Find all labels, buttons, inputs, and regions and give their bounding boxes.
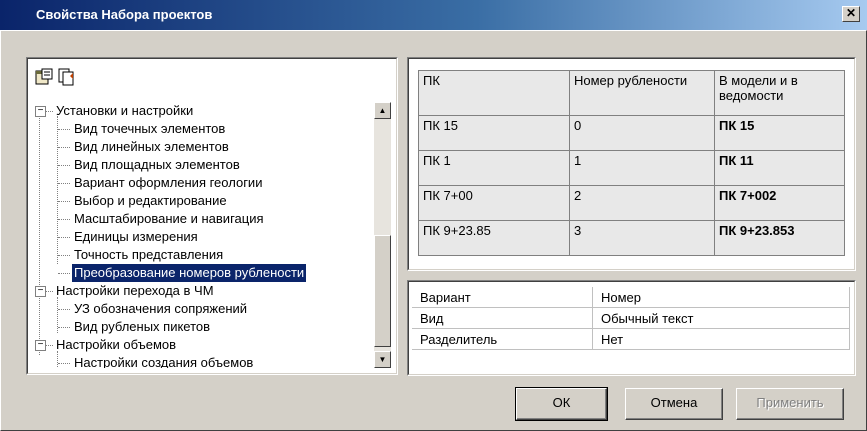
ok-button[interactable]: ОК: [515, 387, 608, 421]
tree-item-label: Вид линейных элементов: [74, 139, 229, 154]
property-name: Разделитель: [412, 328, 593, 350]
table-row[interactable]: ПК 1 1 ПК 11: [418, 150, 845, 186]
tree-item-label: Установки и настройки: [56, 103, 194, 118]
tree-item-label: Точность представления: [74, 247, 224, 262]
table-cell[interactable]: 0: [569, 115, 715, 151]
column-header[interactable]: Номер рублености: [569, 70, 715, 116]
close-button[interactable]: ✕: [842, 6, 860, 22]
property-row[interactable]: Вид Обычный текст: [412, 307, 850, 329]
table-cell[interactable]: ПК 7+00: [418, 185, 570, 221]
table-cell[interactable]: ПК 1: [418, 150, 570, 186]
table-cell[interactable]: ПК 7+002: [714, 185, 845, 221]
settings-tree-panel: − Установки и настройки Вид точечных эле…: [26, 57, 398, 375]
conversion-table[interactable]: ПК Номер рублености В модели и в ведомос…: [418, 70, 845, 256]
tree-item-label: Преобразование номеров рублености: [72, 264, 307, 282]
table-cell[interactable]: 2: [569, 185, 715, 221]
table-cell[interactable]: ПК 9+23.853: [714, 220, 845, 256]
tree-item-label: УЗ обозначения сопряжений: [74, 301, 248, 316]
table-header-row: ПК Номер рублености В модели и в ведомос…: [418, 70, 845, 116]
tree-item-label: Настройки перехода в ЧМ: [56, 283, 214, 298]
tree-item-label: Вид площадных элементов: [74, 157, 240, 172]
property-value[interactable]: Обычный текст: [592, 307, 850, 329]
property-name: Вариант: [412, 287, 593, 308]
scroll-up-button[interactable]: ▲: [374, 102, 391, 119]
property-row[interactable]: Разделитель Нет: [412, 328, 850, 350]
table-cell[interactable]: 3: [569, 220, 715, 256]
apply-button[interactable]: Применить: [736, 388, 844, 420]
column-header[interactable]: В модели и в ведомости: [714, 70, 845, 116]
table-cell[interactable]: 1: [569, 150, 715, 186]
properties-icon[interactable]: [35, 68, 53, 86]
table-row[interactable]: ПК 9+23.85 3 ПК 9+23.853: [418, 220, 845, 256]
copy-icon[interactable]: [57, 68, 75, 86]
close-icon: ✕: [845, 6, 857, 20]
table-row[interactable]: ПК 7+00 2 ПК 7+002: [418, 185, 845, 221]
table-row[interactable]: ПК 15 0 ПК 15: [418, 115, 845, 151]
property-row[interactable]: Вариант Номер: [412, 287, 850, 308]
tree-item-label: Вариант оформления геологии: [74, 175, 263, 190]
column-header[interactable]: ПК: [418, 70, 570, 116]
tree-scrollbar[interactable]: ▲ ▼: [374, 102, 391, 368]
properties-table[interactable]: Вариант Номер Вид Обычный текст Разделит…: [412, 287, 850, 350]
table-cell[interactable]: ПК 15: [714, 115, 845, 151]
cancel-button[interactable]: Отмена: [625, 388, 723, 420]
arrow-up-icon: ▲: [378, 106, 387, 115]
scroll-thumb[interactable]: [374, 235, 391, 347]
tree-item-label: Единицы измерения: [74, 229, 198, 244]
conversion-table-panel: ПК Номер рублености В модели и в ведомос…: [407, 57, 856, 271]
properties-panel: Вариант Номер Вид Обычный текст Разделит…: [407, 280, 856, 376]
title-bar[interactable]: Свойства Набора проектов ✕: [0, 0, 867, 30]
tree-item-label: Вид точечных элементов: [74, 121, 226, 136]
scroll-down-button[interactable]: ▼: [374, 351, 391, 368]
settings-tree[interactable]: − Установки и настройки Вид точечных эле…: [31, 102, 371, 368]
tree-item-label: Настройки создания объемов: [74, 355, 254, 368]
tree-item-label: Настройки объемов: [56, 337, 177, 352]
table-cell[interactable]: ПК 9+23.85: [418, 220, 570, 256]
arrow-down-icon: ▼: [378, 355, 387, 364]
table-cell[interactable]: ПК 11: [714, 150, 845, 186]
property-name: Вид: [412, 307, 593, 329]
tree-item-label: Выбор и редактирование: [74, 193, 227, 208]
window-title: Свойства Набора проектов: [36, 7, 213, 22]
tree-item-label: Вид рубленых пикетов: [74, 319, 211, 334]
table-cell[interactable]: ПК 15: [418, 115, 570, 151]
property-value[interactable]: Номер: [592, 287, 850, 308]
property-value[interactable]: Нет: [592, 328, 850, 350]
tree-item-label: Масштабирование и навигация: [74, 211, 264, 226]
